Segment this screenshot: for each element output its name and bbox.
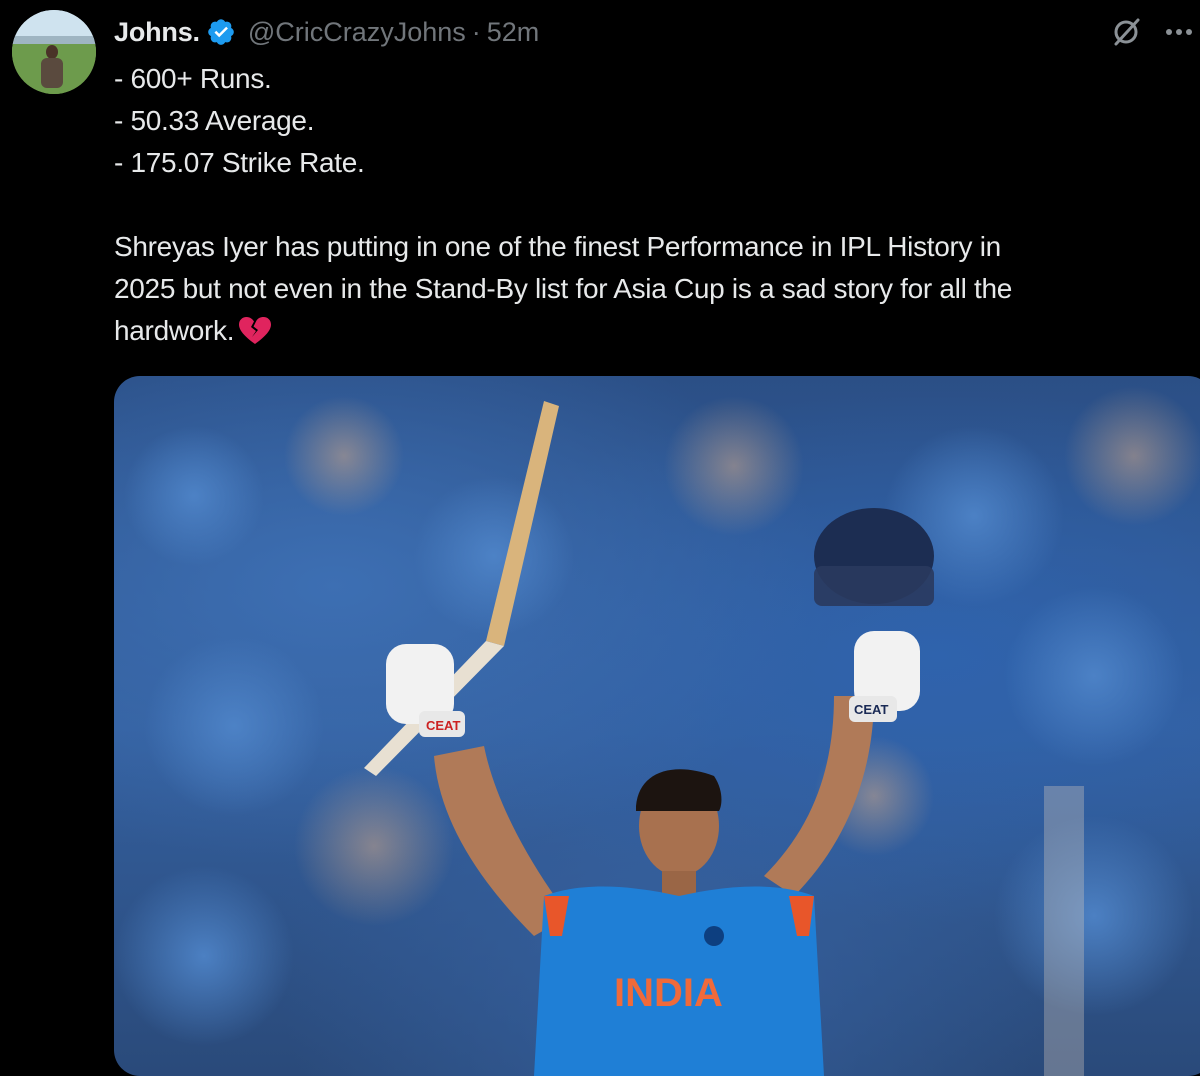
tweet-text: - 600+ Runs. - 50.33 Average. - 175.07 S…: [114, 58, 1194, 352]
grok-icon[interactable]: [1110, 16, 1142, 48]
author-display-name[interactable]: Johns.: [114, 17, 200, 48]
body-line-2: 2025 but not even in the Stand-By list f…: [114, 273, 1013, 304]
more-options-icon[interactable]: [1162, 18, 1196, 46]
avatar[interactable]: [12, 10, 96, 94]
broken-heart-icon: [239, 317, 272, 344]
stat-line-strike-rate: - 175.07 Strike Rate.: [114, 147, 365, 178]
tweet-header: Johns. @CricCrazyJohns · 52m: [114, 14, 539, 50]
glove-brand-right: CEAT: [854, 702, 888, 717]
body-line-3: hardwork.: [114, 310, 1194, 352]
verified-badge-icon: [208, 19, 234, 45]
timestamp[interactable]: 52m: [487, 17, 540, 48]
glove-brand-left: CEAT: [426, 718, 460, 733]
body-line-1: Shreyas Iyer has putting in one of the f…: [114, 231, 1001, 262]
tweet-media-photo[interactable]: CEAT CEAT INDIA: [114, 376, 1200, 1076]
separator-dot: ·: [471, 16, 481, 47]
stat-line-runs: - 600+ Runs.: [114, 63, 272, 94]
avatar-photo: [12, 10, 96, 94]
body-line-3-text: hardwork.: [114, 315, 235, 346]
stat-line-average: - 50.33 Average.: [114, 105, 315, 136]
cricketer-celebration-image: CEAT CEAT INDIA: [114, 386, 1200, 1076]
author-handle[interactable]: @CricCrazyJohns: [248, 17, 466, 48]
jersey-text: INDIA: [614, 971, 723, 1015]
